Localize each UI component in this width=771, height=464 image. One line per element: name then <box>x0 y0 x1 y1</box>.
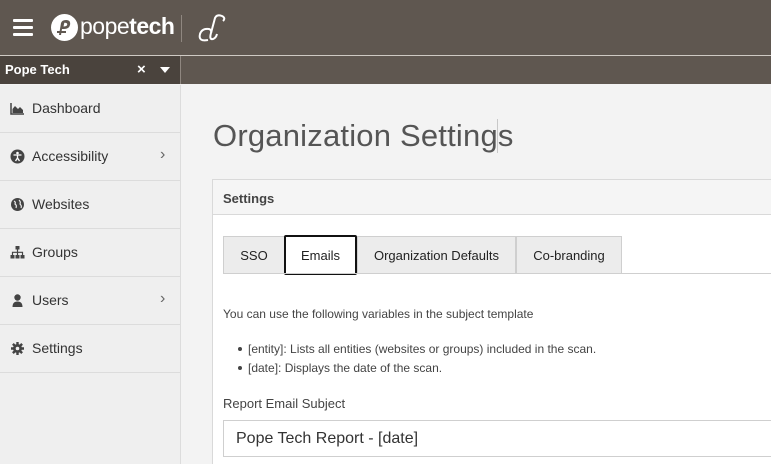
sidebar-item-label: Dashboard <box>32 100 101 116</box>
tab-sso[interactable]: SSO <box>223 236 285 274</box>
title-divider <box>497 119 498 153</box>
settings-panel: Settings SSO Emails Organization Default… <box>212 179 771 464</box>
tab-organization-defaults[interactable]: Organization Defaults <box>357 236 516 274</box>
sitemap-icon <box>10 246 25 259</box>
hamburger-icon[interactable] <box>13 19 33 36</box>
gear-icon <box>11 342 24 355</box>
top-header: popetech <box>0 0 771 55</box>
report-email-subject-input[interactable] <box>223 420 771 457</box>
organization-select[interactable]: Pope Tech × <box>0 56 181 84</box>
sidebar-item-users[interactable]: Users › <box>0 277 180 325</box>
variable-list: [entity]: Lists all entities (websites o… <box>237 342 597 380</box>
tab-emails[interactable]: Emails <box>284 235 357 275</box>
area-chart-icon <box>10 103 24 115</box>
caret-down-icon[interactable] <box>160 67 170 73</box>
sidebar-item-settings[interactable]: Settings <box>0 325 180 373</box>
logo-divider <box>181 15 182 42</box>
subject-field-label: Report Email Subject <box>223 396 346 411</box>
chevron-right-icon: › <box>160 290 166 307</box>
sidebar-item-label: Settings <box>32 340 83 356</box>
globe-icon <box>11 198 24 211</box>
sidebar-item-accessibility[interactable]: Accessibility › <box>0 133 180 181</box>
sidebar: Dashboard Accessibility › Websites Group… <box>0 85 181 464</box>
clear-organization-icon[interactable]: × <box>137 61 146 78</box>
sidebar-item-groups[interactable]: Groups <box>0 229 180 277</box>
brand-wordmark[interactable]: popetech <box>80 13 175 40</box>
sidebar-item-label: Accessibility <box>32 148 109 164</box>
subject-help-text: You can use the following variables in t… <box>223 307 534 321</box>
sidebar-item-label: Users <box>32 292 69 308</box>
universal-access-icon <box>10 149 25 164</box>
sidebar-item-websites[interactable]: Websites <box>0 181 180 229</box>
sidebar-item-label: Websites <box>32 196 90 212</box>
sidebar-item-dashboard[interactable]: Dashboard <box>0 85 180 133</box>
list-item: [date]: Displays the date of the scan. <box>237 361 596 375</box>
brand-light: pope <box>80 13 130 39</box>
tab-co-branding[interactable]: Co-branding <box>516 236 622 274</box>
organization-name: Pope Tech <box>5 62 70 77</box>
list-item: [entity]: Lists all entities (websites o… <box>237 342 597 356</box>
pope-tech-logo-icon[interactable] <box>51 14 78 41</box>
sidebar-item-label: Groups <box>32 244 78 260</box>
brand-bold: tech <box>129 13 175 39</box>
panel-title: Settings <box>213 180 771 215</box>
chevron-right-icon: › <box>160 146 166 163</box>
main-content: Organization Settings Settings SSO Email… <box>182 85 771 464</box>
page-title: Organization Settings <box>213 118 514 153</box>
user-icon <box>12 294 23 307</box>
organization-bar: Pope Tech × <box>0 55 771 84</box>
cobrand-logo-icon <box>198 14 226 42</box>
tabs-underline <box>223 273 771 274</box>
